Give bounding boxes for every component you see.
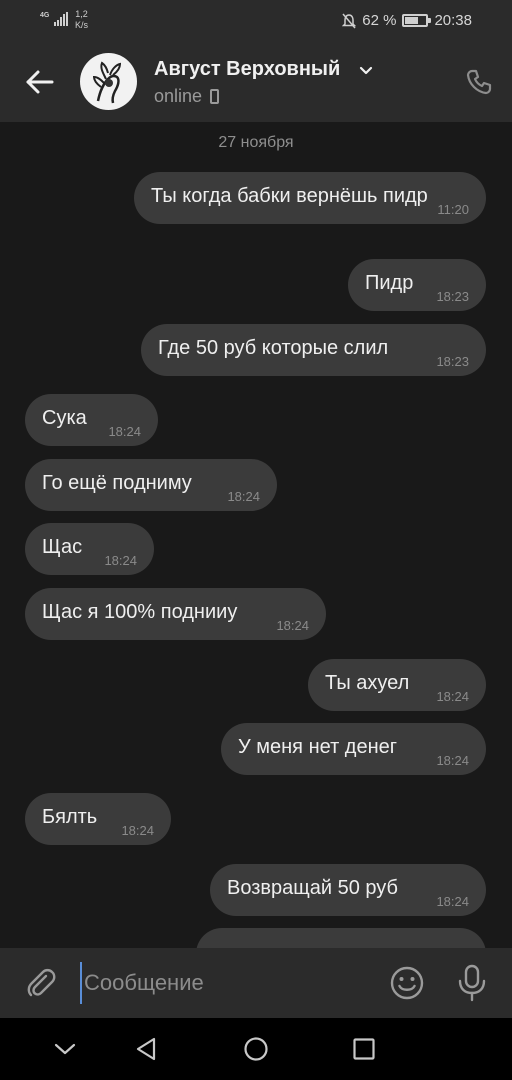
message-text: Где 50 руб которые слил: [158, 337, 389, 359]
outgoing-message[interactable]: Ты когда бабки вернёшь пидр 11:20: [134, 172, 486, 224]
outgoing-message-partial[interactable]: [196, 928, 486, 948]
contact-name[interactable]: Август Верховный: [154, 58, 340, 81]
message-time: 18:24: [276, 618, 309, 633]
message-time: 18:24: [227, 489, 260, 504]
network-speed: 1,2 K/s: [75, 9, 89, 30]
outgoing-message[interactable]: Возвращай 50 руб 18:24: [210, 864, 486, 916]
incoming-message[interactable]: Сука 18:24: [25, 394, 158, 446]
battery-fill: [405, 17, 418, 24]
battery-icon: [402, 14, 432, 27]
message-time: 18:24: [108, 424, 141, 439]
message-time: 18:24: [436, 753, 469, 768]
incoming-message[interactable]: Щас 18:24: [25, 523, 154, 575]
status-bar: 4G 1,2 K/s 62 % 20:38: [0, 0, 512, 42]
chevron-down-icon[interactable]: [50, 1034, 80, 1064]
message-time: 18:23: [436, 354, 469, 369]
message-text: Возвращай 50 руб: [227, 877, 398, 899]
message-text: Ты ахуел: [325, 672, 410, 694]
network-type: 4G: [40, 12, 50, 19]
phone-icon[interactable]: [465, 68, 493, 96]
message-list[interactable]: 27 ноября Ты когда бабки вернёшь пидр 11:…: [0, 122, 512, 948]
message-text: Го ещё подниму: [42, 472, 192, 494]
top-bar: 4G 1,2 K/s 62 % 20:38 Август Верховный o…: [0, 0, 512, 122]
nav-recents-icon[interactable]: [349, 1034, 379, 1064]
outgoing-message[interactable]: Где 50 руб которые слил 18:23: [141, 324, 486, 376]
message-time: 18:24: [121, 823, 154, 838]
clock: 20:38: [434, 12, 472, 29]
message-text: Ты когда бабки вернёшь пидр: [151, 185, 428, 207]
nav-home-icon[interactable]: [241, 1034, 271, 1064]
message-text: Пидр: [365, 272, 414, 294]
outgoing-message[interactable]: Пидр 18:23: [348, 259, 486, 311]
mobile-device-icon: [210, 89, 220, 104]
message-time: 11:20: [437, 202, 469, 217]
smiley-icon[interactable]: [389, 965, 425, 1001]
message-text: Щас: [42, 536, 83, 558]
message-text: Щас я 100% поднииу: [42, 601, 238, 623]
date-separator: 27 ноября: [218, 134, 294, 151]
avatar[interactable]: [80, 53, 137, 110]
contact-status: online: [154, 86, 220, 107]
incoming-message[interactable]: Бялть 18:24: [25, 793, 171, 845]
paperclip-icon[interactable]: [24, 966, 58, 1000]
online-status: online: [154, 86, 203, 106]
system-nav-bar: [0, 1018, 512, 1080]
nav-back-icon[interactable]: [132, 1034, 162, 1064]
message-time: 18:24: [104, 553, 137, 568]
chat-header: Август Верховный online: [0, 42, 512, 122]
message-time: 18:23: [436, 289, 469, 304]
outgoing-message[interactable]: У меня нет денег 18:24: [221, 723, 486, 775]
incoming-message[interactable]: Щас я 100% поднииу 18:24: [25, 588, 326, 640]
outgoing-message[interactable]: Ты ахуел 18:24: [308, 659, 486, 711]
message-time: 18:24: [436, 689, 469, 704]
message-time: 18:24: [436, 894, 469, 909]
message-text: Бялть: [42, 806, 98, 828]
bell-muted-icon: [342, 13, 357, 28]
composer: [0, 948, 512, 1018]
chevron-down-icon[interactable]: [359, 64, 373, 78]
status-right: 62 % 20:38: [342, 12, 472, 29]
message-text: У меня нет денег: [238, 736, 398, 758]
signal-icon: [54, 12, 68, 26]
arrow-left-icon[interactable]: [22, 64, 58, 100]
incoming-message[interactable]: Го ещё подниму 18:24: [25, 459, 277, 511]
microphone-icon[interactable]: [455, 964, 489, 1002]
message-text: Сука: [42, 407, 87, 429]
battery-percent: 62 %: [362, 12, 397, 29]
message-input[interactable]: [80, 962, 370, 1004]
